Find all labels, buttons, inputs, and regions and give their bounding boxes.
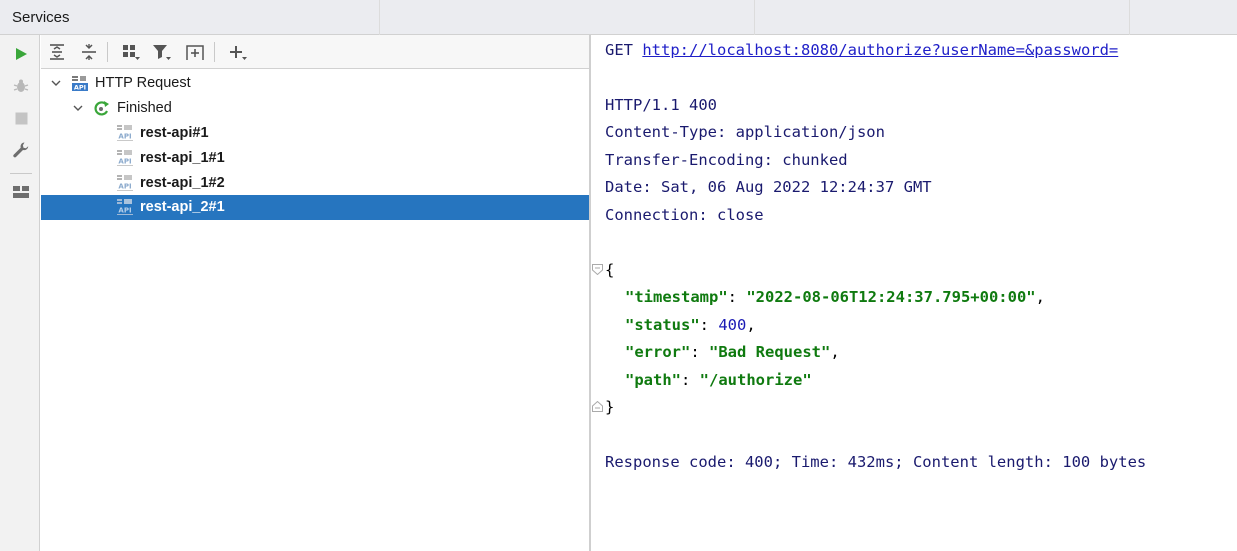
run-button[interactable]	[8, 41, 34, 67]
new-tab-button[interactable]	[182, 39, 208, 65]
tree-toolbar	[41, 35, 590, 69]
filter-button[interactable]	[149, 39, 175, 65]
tree-node-label: rest-api_2#1	[140, 199, 225, 215]
group-by-button[interactable]	[118, 39, 144, 65]
json-field: "path": "/authorize"	[625, 371, 812, 389]
api-file-icon: API	[117, 125, 133, 141]
layout-icon	[13, 186, 29, 198]
configure-button[interactable]	[8, 137, 34, 163]
api-file-icon: API	[117, 175, 133, 191]
request-line: GET http://localhost:8080/authorize?user…	[605, 41, 1118, 59]
svg-text:API: API	[118, 207, 131, 215]
chevron-down-icon[interactable]	[71, 101, 85, 115]
tree-node-request-selected[interactable]: API rest-api_2#1	[41, 195, 590, 220]
http-method: GET	[605, 41, 633, 59]
tree-node-http-request[interactable]: API HTTP Request	[41, 71, 590, 96]
toolbar-separator	[107, 42, 108, 62]
tool-window-header: Services	[0, 0, 1237, 35]
wrench-icon	[13, 142, 29, 158]
header-divider	[379, 0, 380, 35]
expand-all-icon	[50, 44, 64, 60]
header-divider	[1129, 0, 1130, 35]
toolbar-separator	[214, 42, 215, 62]
tree-node-label: rest-api#1	[140, 125, 209, 141]
fold-marker-icon[interactable]	[592, 264, 603, 275]
tree-node-request[interactable]: API rest-api_1#1	[41, 146, 590, 171]
collapse-all-button[interactable]	[76, 39, 102, 65]
status-line: HTTP/1.1 400	[605, 96, 717, 114]
tree-node-request[interactable]: API rest-api_1#2	[41, 171, 590, 196]
debug-button[interactable]	[8, 73, 34, 99]
json-field: "status": 400,	[625, 316, 756, 334]
collapse-all-icon	[82, 44, 96, 60]
run-icon	[16, 48, 27, 60]
tool-window-title: Services	[12, 9, 70, 26]
svg-text:API: API	[118, 183, 131, 191]
response-header: Transfer-Encoding: chunked	[605, 151, 848, 169]
stop-icon	[15, 112, 27, 124]
svg-text:API: API	[118, 133, 131, 141]
response-viewer[interactable]: GET http://localhost:8080/authorize?user…	[591, 35, 1237, 551]
api-file-icon: API	[117, 199, 133, 215]
svg-text:API: API	[118, 158, 131, 166]
tree-node-label: HTTP Request	[95, 75, 191, 91]
request-url-link[interactable]: http://localhost:8080/authorize?userName…	[642, 41, 1118, 59]
response-summary: Response code: 400; Time: 432ms; Content…	[605, 453, 1147, 471]
fold-marker-icon[interactable]	[592, 401, 603, 412]
svg-text:API: API	[74, 84, 86, 92]
rerun-icon	[94, 101, 109, 116]
new-tab-icon	[186, 45, 204, 60]
tree-node-label: rest-api_1#2	[140, 175, 225, 191]
services-tree-panel: API HTTP Request Finished API rest-api#1…	[41, 35, 590, 551]
toolbar-separator	[10, 173, 32, 174]
layout-button[interactable]	[8, 179, 34, 205]
response-header: Date: Sat, 06 Aug 2022 12:24:37 GMT	[605, 178, 932, 196]
debug-icon	[13, 79, 29, 92]
add-icon	[230, 46, 247, 60]
add-service-button[interactable]	[225, 39, 251, 65]
json-open-brace: {	[605, 261, 615, 279]
json-close-brace: }	[605, 398, 615, 416]
chevron-down-icon[interactable]	[49, 76, 63, 90]
expand-all-button[interactable]	[44, 39, 70, 65]
header-divider	[754, 0, 755, 35]
json-field: "error": "Bad Request",	[625, 343, 840, 361]
services-action-toolbar	[0, 35, 40, 551]
group-icon	[123, 45, 140, 60]
tree-node-label: rest-api_1#1	[140, 150, 225, 166]
response-header: Content-Type: application/json	[605, 123, 885, 141]
filter-icon	[153, 45, 171, 60]
tree-node-finished[interactable]: Finished	[41, 96, 590, 121]
api-file-icon: API	[117, 150, 133, 166]
api-icon: API	[72, 76, 88, 92]
response-header: Connection: close	[605, 206, 764, 224]
tree-node-request[interactable]: API rest-api#1	[41, 121, 590, 146]
stop-button[interactable]	[8, 105, 34, 131]
tree-node-label: Finished	[117, 100, 172, 116]
json-field: "timestamp": "2022-08-06T12:24:37.795+00…	[625, 288, 1045, 306]
